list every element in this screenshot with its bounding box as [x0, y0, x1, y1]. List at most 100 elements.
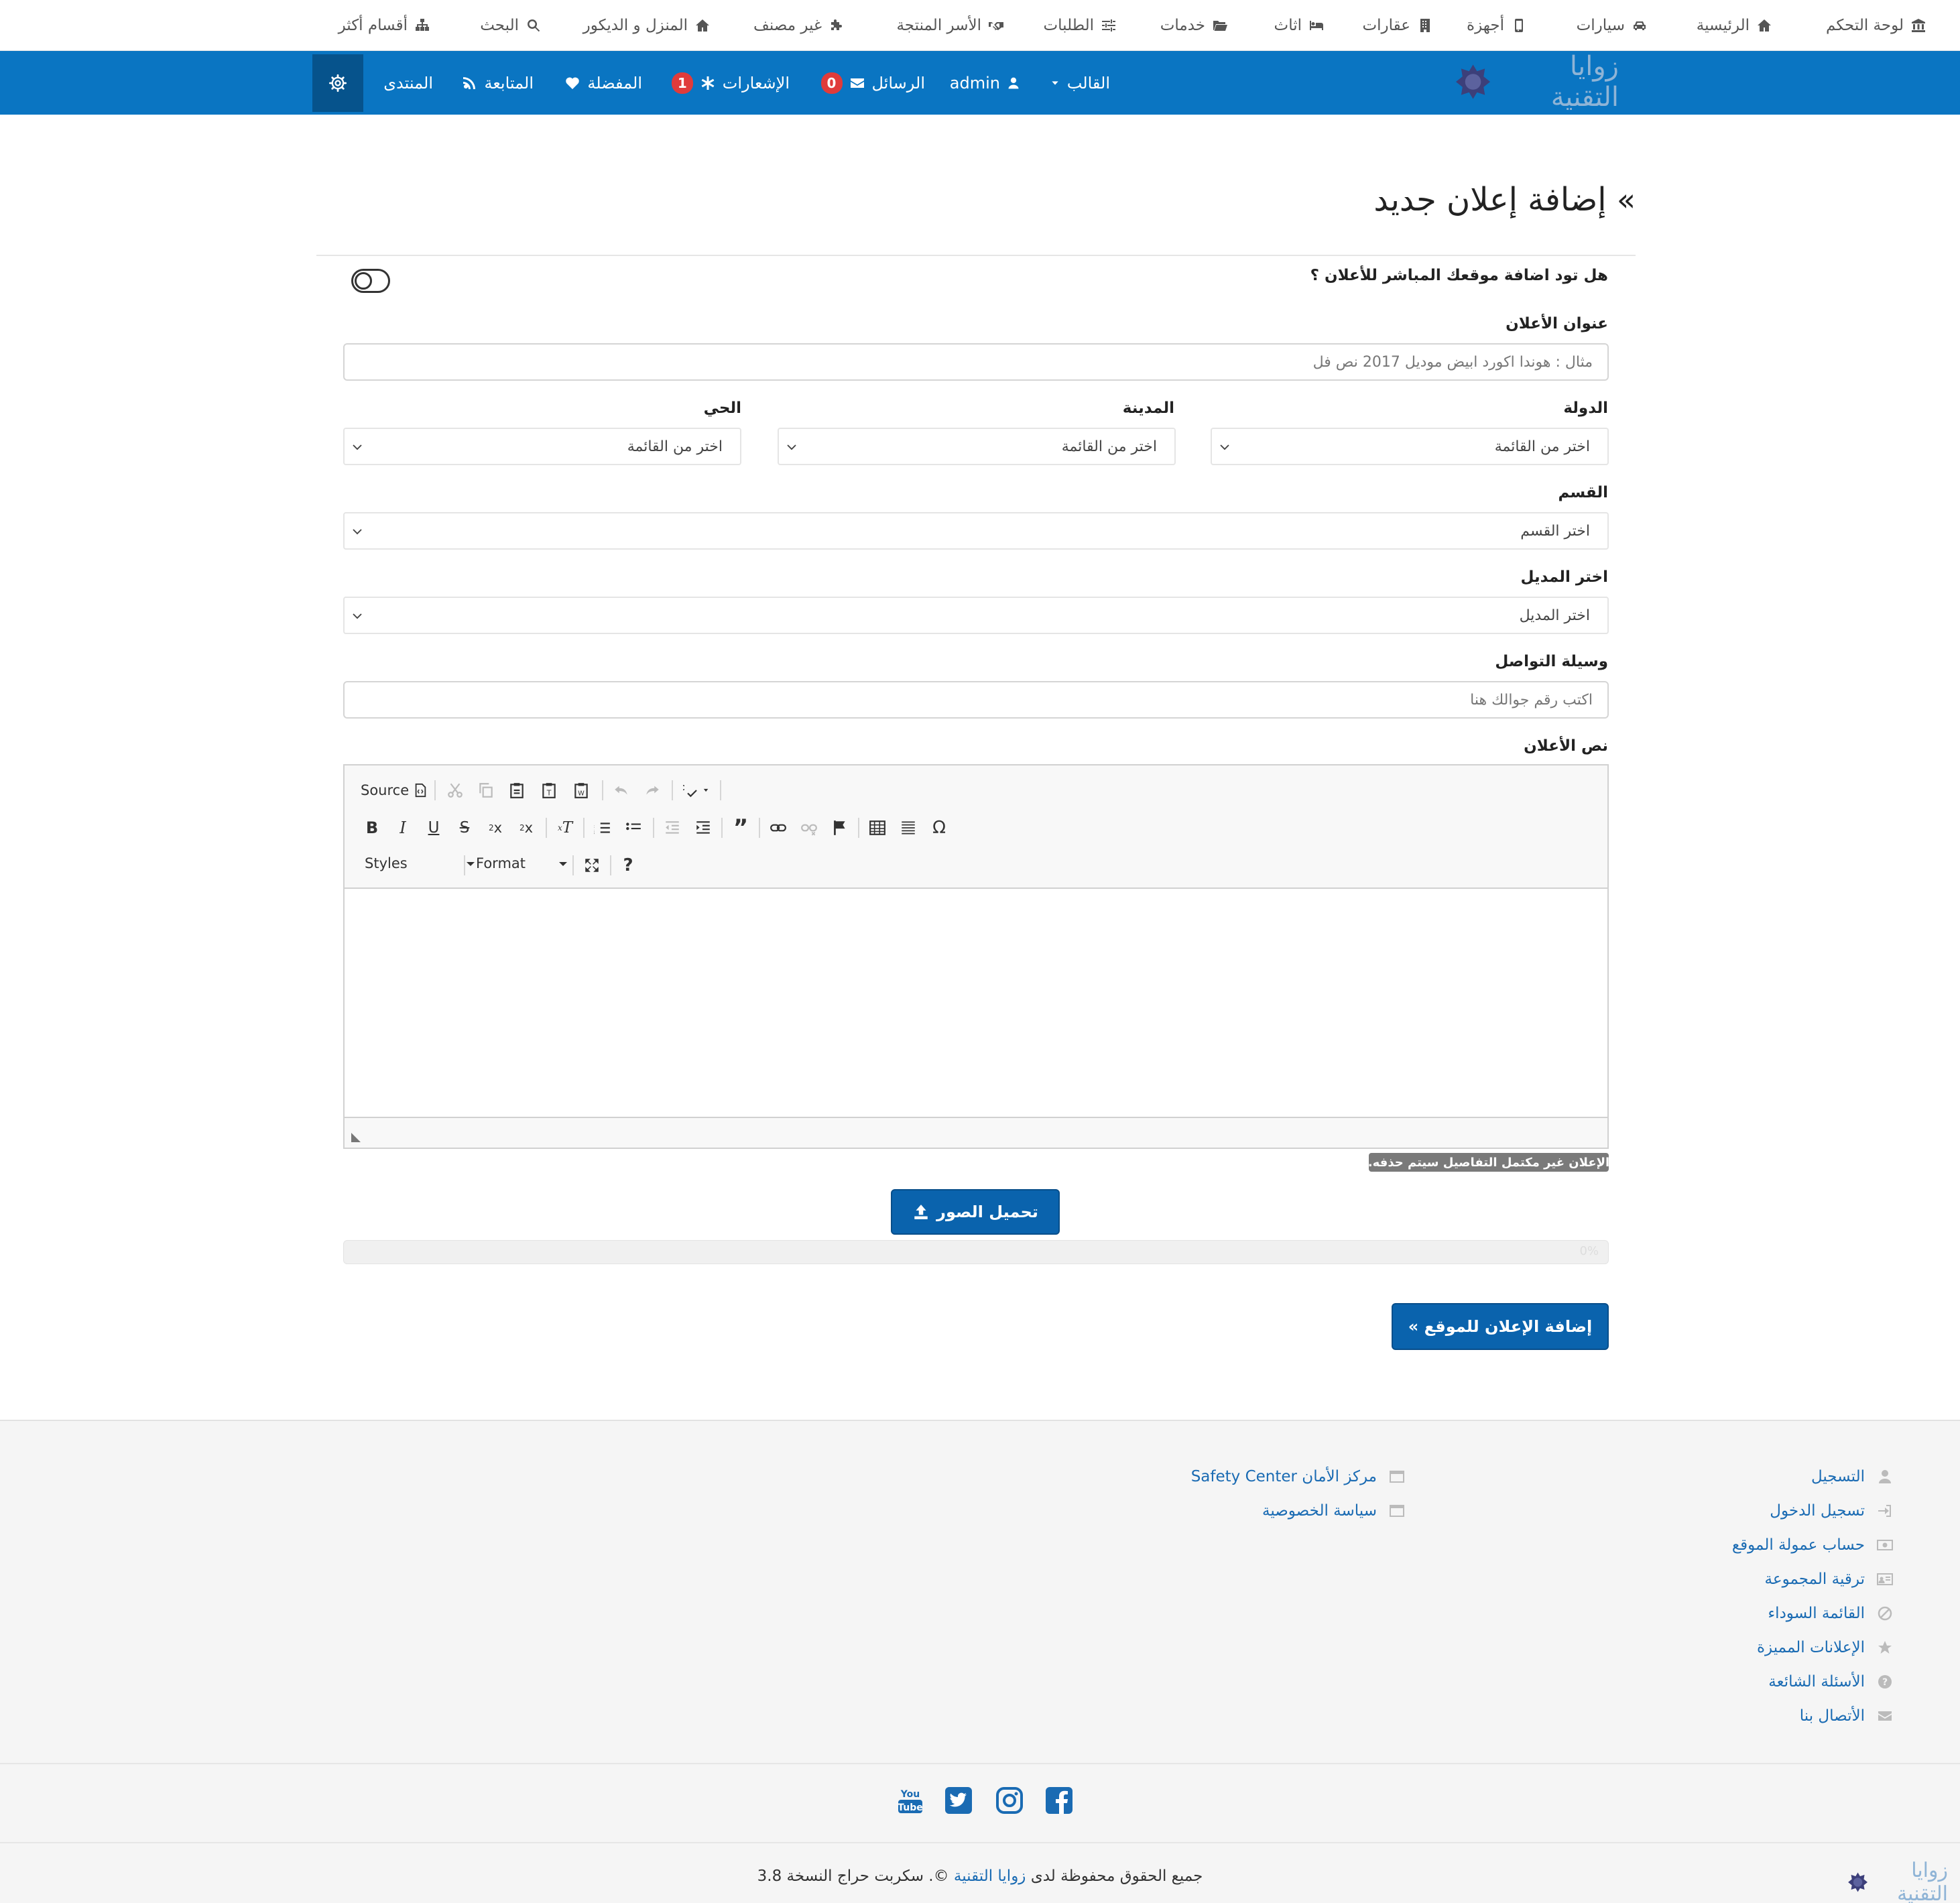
- italic-button[interactable]: I: [391, 816, 414, 839]
- nav-item-dashboard[interactable]: لوحة التحكم: [1826, 12, 1926, 39]
- district-select[interactable]: اختر من القائمة: [343, 428, 741, 465]
- table-button[interactable]: [866, 816, 889, 839]
- toolbar-separator: [610, 855, 611, 875]
- youtube-icon[interactable]: You Tube: [896, 1786, 925, 1815]
- footer-link-privacy[interactable]: سياسة الخصوصية: [1262, 1502, 1405, 1520]
- search-icon: [528, 19, 540, 32]
- category-select[interactable]: اختر القسم: [343, 512, 1609, 550]
- nav-item-home-decor[interactable]: المنزل و الديكور: [583, 12, 711, 39]
- toolbar-separator: [434, 780, 436, 800]
- nav-item-more-sections[interactable]: أقسام أكثر: [339, 12, 430, 39]
- horizontal-line-button[interactable]: [897, 816, 920, 839]
- upload-images-button[interactable]: تحميل الصور: [891, 1189, 1060, 1235]
- contact-input[interactable]: اكتب رقم جوالك هنا: [343, 681, 1609, 719]
- paste-text-button[interactable]: T: [538, 779, 560, 802]
- nav-item-uncategorized[interactable]: غير مصنف: [753, 12, 845, 39]
- numbered-list-button[interactable]: 123: [591, 816, 614, 839]
- favorites-label: المفضلة: [587, 74, 642, 93]
- link-icon: [770, 824, 786, 832]
- subscript-button[interactable]: x2: [484, 816, 507, 839]
- nav-item-real-estate[interactable]: عقارات: [1362, 12, 1433, 39]
- forum-link[interactable]: المنتدى: [383, 70, 433, 97]
- following-link[interactable]: المتابعة: [461, 70, 534, 97]
- bold-button[interactable]: B: [361, 816, 383, 839]
- city-select[interactable]: اختر من القائمة: [778, 428, 1176, 465]
- outdent-button[interactable]: [661, 816, 684, 839]
- nav-item-cars[interactable]: سيارات: [1577, 12, 1648, 39]
- nav-item-devices[interactable]: أجهزة: [1467, 12, 1527, 39]
- footer-link-safety-center[interactable]: مركز الأمان Safety Center: [1191, 1468, 1405, 1485]
- nav-item-furniture[interactable]: اثاث: [1274, 12, 1325, 39]
- footer-link-featured-ads[interactable]: الإعلانات المميزة: [1757, 1639, 1893, 1656]
- footer-link-blacklist[interactable]: القائمة السوداء: [1768, 1605, 1893, 1622]
- main-navbar: القالب admin الرسائل 0 الإشعارات 1 المفض…: [0, 51, 1960, 115]
- format-dropdown[interactable]: Format: [476, 855, 567, 875]
- mobile-icon: [1515, 19, 1523, 32]
- footer-link-login[interactable]: تسجيل الدخول: [1770, 1502, 1893, 1520]
- resize-handle-icon[interactable]: [350, 1131, 362, 1144]
- help-button[interactable]: ?: [617, 854, 639, 877]
- maximize-button[interactable]: [580, 854, 603, 877]
- user-menu[interactable]: admin: [950, 70, 1020, 97]
- nav-item-label: عقارات: [1362, 17, 1410, 34]
- submit-ad-button[interactable]: إضافة الإعلان للموقع »: [1392, 1303, 1609, 1350]
- instagram-icon[interactable]: [995, 1786, 1024, 1815]
- footer-link-faq[interactable]: ? الأسئلة الشائعة: [1768, 1673, 1893, 1691]
- site-logo[interactable]: زوايا التقنية: [1455, 51, 1619, 113]
- cut-button[interactable]: [444, 779, 467, 802]
- website-question-label: هل تود اضافة موقعك المباشر للأعلان ؟: [1310, 267, 1608, 284]
- bulleted-list-button[interactable]: [622, 816, 645, 839]
- asterisk-icon: [701, 76, 715, 90]
- spellcheck-button[interactable]: ABC: [680, 779, 713, 802]
- copyright-brand-link[interactable]: زوايا التقنية: [954, 1867, 1026, 1885]
- messages-link[interactable]: الرسائل 0: [820, 70, 925, 97]
- footer-link-contact[interactable]: الأتصال بنا: [1800, 1707, 1893, 1725]
- redo-button[interactable]: [641, 779, 664, 802]
- nav-item-search[interactable]: البحث: [480, 12, 542, 39]
- settings-button[interactable]: [312, 54, 363, 112]
- spellcheck-icon: ABC: [683, 784, 709, 798]
- paste-button[interactable]: [505, 779, 528, 802]
- country-select[interactable]: اختر من القائمة: [1211, 428, 1609, 465]
- maximize-icon: [585, 859, 599, 872]
- heading-divider: [316, 255, 1636, 256]
- footer-link-upgrade-group[interactable]: ترقية المجموعة: [1765, 1571, 1893, 1588]
- editor-content-area[interactable]: [345, 889, 1607, 1118]
- logo-emblem-icon: [1455, 64, 1491, 99]
- ad-title-input[interactable]: مثال : هوندا اكورد ابيض موديل 2017 نص فل: [343, 343, 1609, 381]
- undo-button[interactable]: [610, 779, 633, 802]
- nav-item-productive-families[interactable]: الأسر المنتجة: [896, 12, 1004, 39]
- source-button[interactable]: Source: [361, 779, 428, 802]
- anchor-button[interactable]: [829, 816, 851, 839]
- footer-link-register[interactable]: التسجيل: [1811, 1468, 1893, 1485]
- nav-item-requests[interactable]: الطلبات: [1044, 12, 1117, 39]
- nav-item-label: خدمات: [1160, 17, 1205, 34]
- toolbar-separator: [672, 780, 673, 800]
- nav-item-label: الرئيسية: [1696, 17, 1750, 34]
- indent-button[interactable]: [692, 816, 715, 839]
- toolbar-separator: [759, 818, 760, 838]
- nav-item-label: الأسر المنتجة: [896, 17, 981, 34]
- model-select[interactable]: اختر المديل: [343, 597, 1609, 634]
- strikethrough-button[interactable]: S: [453, 816, 476, 839]
- facebook-icon[interactable]: [1044, 1786, 1074, 1815]
- styles-dropdown[interactable]: Styles: [365, 855, 475, 875]
- blockquote-button[interactable]: ”: [729, 814, 752, 841]
- superscript-button[interactable]: x2: [515, 816, 538, 839]
- nav-item-home[interactable]: الرئيسية: [1697, 12, 1772, 39]
- template-dropdown[interactable]: القالب: [1050, 70, 1110, 97]
- copy-button[interactable]: [475, 779, 497, 802]
- nav-item-services[interactable]: خدمات: [1160, 12, 1228, 39]
- special-char-button[interactable]: Ω: [928, 816, 951, 839]
- website-toggle[interactable]: [351, 269, 390, 293]
- notifications-link[interactable]: الإشعارات 1: [671, 70, 790, 97]
- remove-format-button[interactable]: Tx: [554, 816, 576, 839]
- favorites-link[interactable]: المفضلة: [564, 70, 642, 97]
- link-button[interactable]: [767, 816, 790, 839]
- footer-link-commission[interactable]: حساب عمولة الموقع: [1732, 1536, 1893, 1554]
- rss-icon: [463, 77, 476, 89]
- paste-word-button[interactable]: W: [570, 779, 593, 802]
- underline-button[interactable]: U: [422, 816, 445, 839]
- unlink-button[interactable]: [798, 816, 820, 839]
- twitter-icon[interactable]: [944, 1786, 973, 1815]
